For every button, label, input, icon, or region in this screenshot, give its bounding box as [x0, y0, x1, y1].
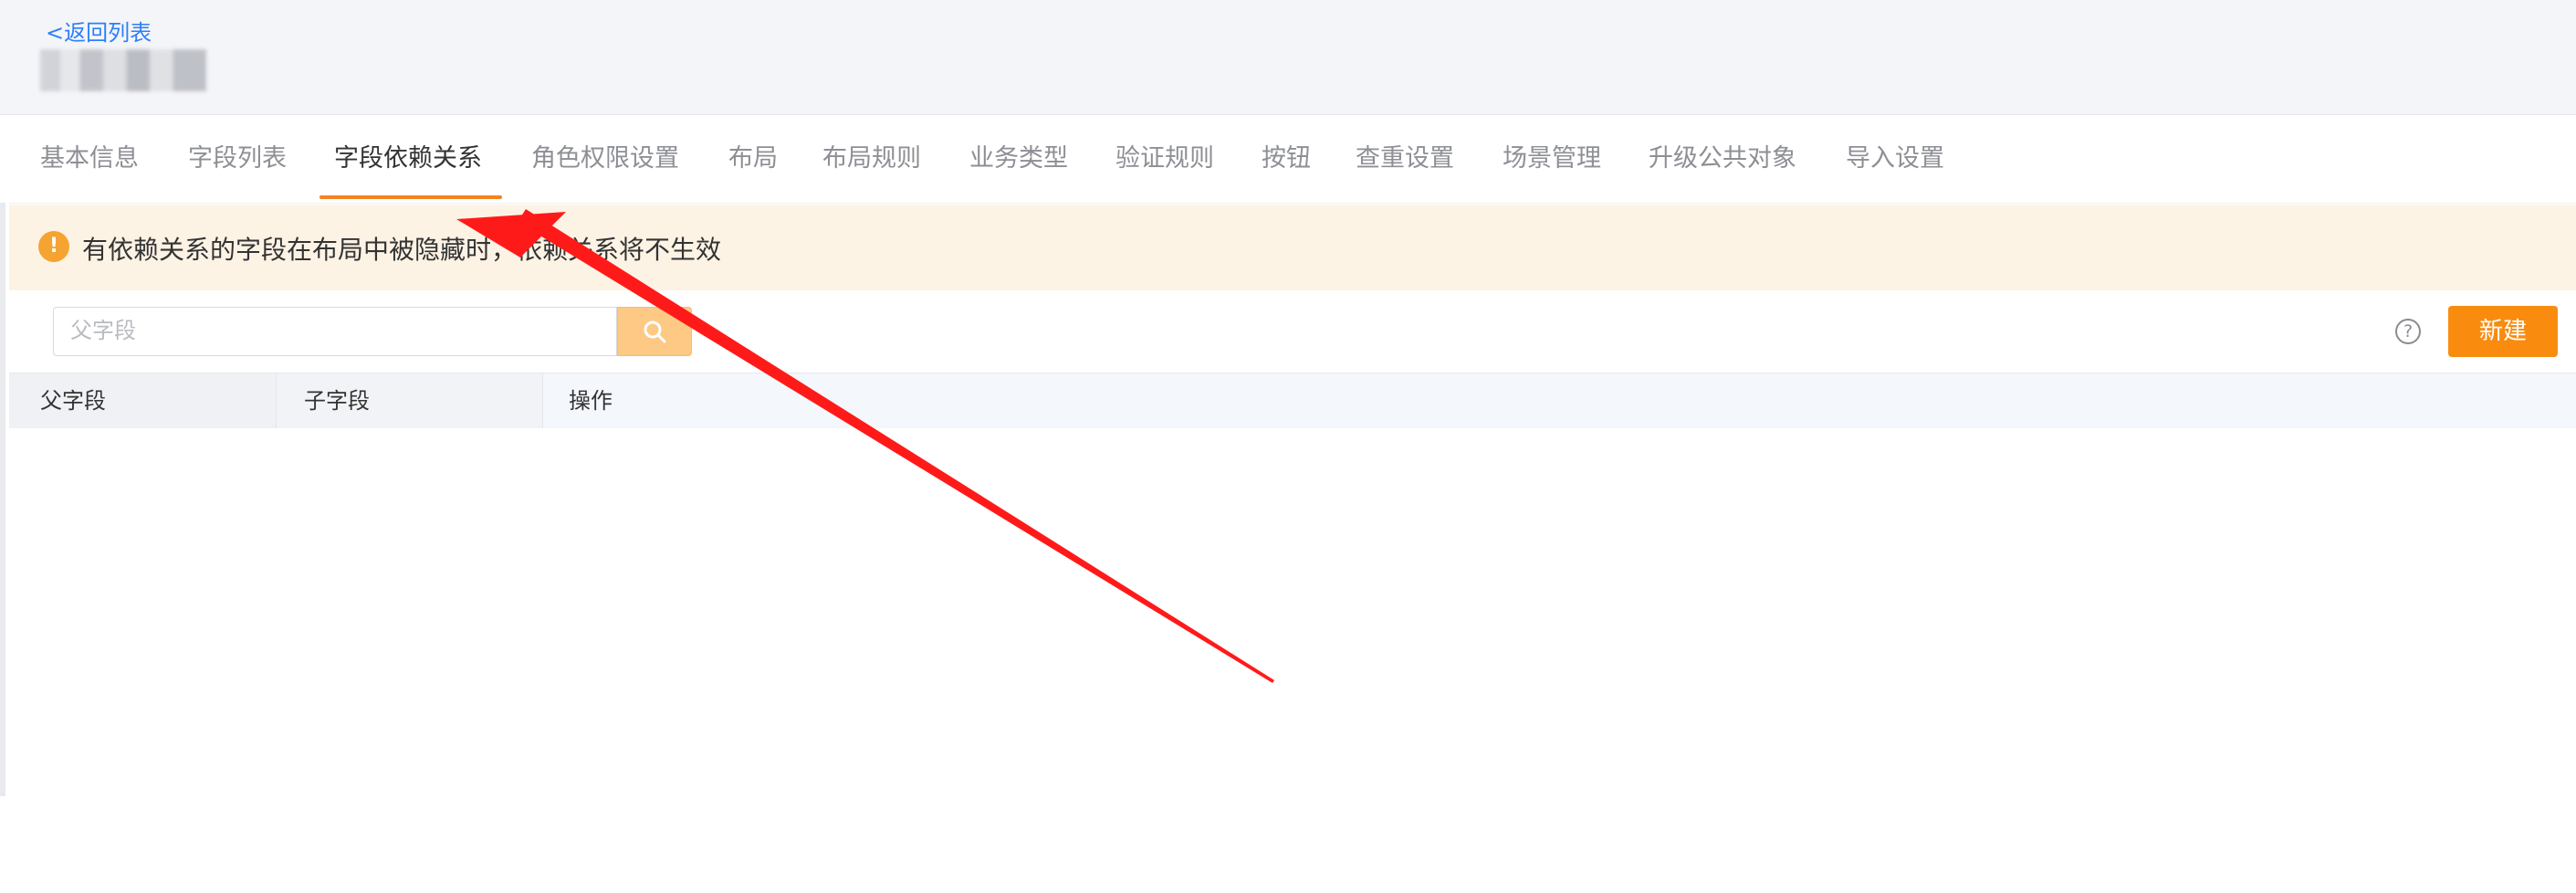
new-button[interactable]: 新建 — [2448, 306, 2558, 357]
tab-basic-info[interactable]: 基本信息 — [40, 115, 139, 203]
tab-duplicate-check[interactable]: 查重设置 — [1356, 115, 1454, 203]
tab-layout[interactable]: 布局 — [728, 115, 778, 203]
tab-upgrade-public-object[interactable]: 升级公共对象 — [1649, 115, 1796, 203]
tab-bar: 基本信息 字段列表 字段依赖关系 角色权限设置 布局 布局规则 业务类型 验证规… — [9, 115, 2576, 204]
tab-business-types[interactable]: 业务类型 — [969, 115, 1068, 203]
tab-layout-rules[interactable]: 布局规则 — [822, 115, 921, 203]
parent-field-search — [53, 307, 617, 356]
tab-field-list[interactable]: 字段列表 — [188, 115, 287, 203]
help-icon[interactable]: ? — [2395, 319, 2421, 344]
column-actions: 操作 — [542, 373, 2576, 428]
scroll-edge — [0, 203, 5, 796]
tab-field-dependency[interactable]: 字段依赖关系 — [334, 115, 482, 203]
alert-text: 有依赖关系的字段在布局中被隐藏时，依赖关系将不生效 — [82, 235, 722, 265]
object-name-pixelated — [40, 49, 206, 91]
warning-icon: ! — [38, 231, 69, 262]
column-parent-field: 父字段 — [9, 373, 276, 428]
tab-buttons[interactable]: 按钮 — [1262, 115, 1311, 203]
search-button[interactable] — [617, 307, 692, 356]
search-icon — [644, 320, 666, 343]
tab-validation-rules[interactable]: 验证规则 — [1115, 115, 1214, 203]
parent-field-search-input[interactable] — [54, 308, 581, 353]
object-header: <返回列表 — [0, 0, 2576, 115]
tab-import-settings[interactable]: 导入设置 — [1846, 115, 1944, 203]
table-header: 父字段 子字段 操作 — [9, 373, 2576, 428]
active-tab-indicator — [319, 195, 502, 199]
tab-scene-management[interactable]: 场景管理 — [1503, 115, 1601, 203]
warning-alert: ! 有依赖关系的字段在布局中被隐藏时，依赖关系将不生效 — [9, 205, 2576, 290]
back-to-list-link[interactable]: <返回列表 — [46, 15, 152, 47]
column-child-field: 子字段 — [276, 373, 542, 428]
tab-role-permissions[interactable]: 角色权限设置 — [531, 115, 679, 203]
